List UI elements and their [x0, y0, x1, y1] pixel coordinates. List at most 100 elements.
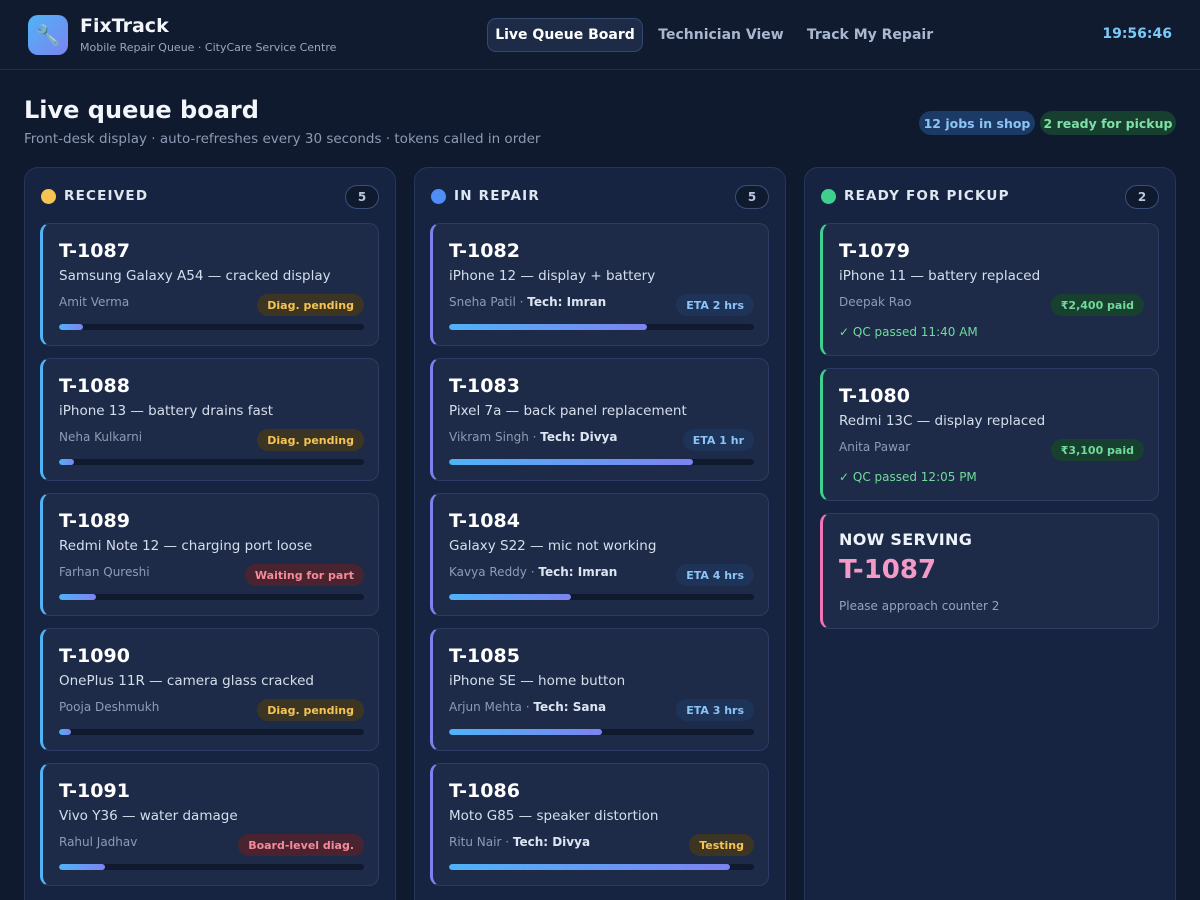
token-number: T-1090 — [59, 645, 130, 667]
token-number: T-1088 — [59, 375, 130, 397]
customer-and-tech: Ritu Nair · Tech: Divya — [449, 835, 591, 849]
job-card[interactable]: T-1088 iPhone 13 — battery drains fast N… — [40, 358, 379, 481]
progress-fill — [449, 729, 602, 735]
progress-bar — [59, 324, 364, 330]
token-number: T-1083 — [449, 375, 520, 397]
token-number: T-1082 — [449, 240, 520, 262]
job-card[interactable]: T-1084 Galaxy S22 — mic not working Kavy… — [430, 493, 769, 616]
customer-name: Anita Pawar — [839, 440, 911, 454]
technician-name: Tech: Imran — [527, 295, 607, 309]
technician-name: Tech: Imran — [538, 565, 618, 579]
tab-technician-view[interactable]: Technician View — [655, 18, 787, 52]
column-received: RECEIVED 5 T-1087 Samsung Galaxy A54 — c… — [24, 167, 396, 900]
status-badge: Waiting for part — [244, 564, 364, 586]
column-title: IN REPAIR — [454, 188, 540, 204]
column-ready-for-pickup: READY FOR PICKUP 2 T-1079 iPhone 11 — ba… — [804, 167, 1176, 900]
customer-and-tech: Kavya Reddy · Tech: Imran — [449, 565, 618, 579]
device-issue: iPhone SE — home button — [449, 673, 626, 689]
device-issue: Samsung Galaxy A54 — cracked display — [59, 268, 331, 284]
token-number: T-1079 — [839, 240, 910, 262]
top-bar: 🔧 FixTrack Mobile Repair Queue · CityCar… — [0, 0, 1200, 70]
device-issue: Galaxy S22 — mic not working — [449, 538, 657, 554]
column-title: READY FOR PICKUP — [844, 188, 1010, 204]
status-badge: Testing — [689, 834, 754, 856]
customer-name: Deepak Rao — [839, 295, 912, 309]
now-serving-card: NOW SERVING T-1087 Please approach count… — [820, 513, 1159, 629]
job-card[interactable]: T-1090 OnePlus 11R — camera glass cracke… — [40, 628, 379, 751]
customer-name: Kavya Reddy — [449, 565, 527, 579]
progress-bar — [59, 459, 364, 465]
app-subtitle: Mobile Repair Queue · CityCare Service C… — [80, 41, 337, 54]
jobs-in-shop-pill: 12 jobs in shop — [919, 111, 1035, 135]
progress-fill — [59, 324, 84, 330]
token-number: T-1085 — [449, 645, 520, 667]
progress-fill — [59, 459, 75, 465]
job-card[interactable]: T-1079 iPhone 11 — battery replaced Deep… — [820, 223, 1159, 356]
payment-badge: ₹2,400 paid — [1050, 294, 1144, 316]
device-issue: iPhone 13 — battery drains fast — [59, 403, 274, 419]
job-card[interactable]: T-1082 iPhone 12 — display + battery Sne… — [430, 223, 769, 346]
progress-bar — [449, 459, 754, 465]
count-badge: 2 — [1125, 185, 1159, 209]
progress-fill — [449, 864, 730, 870]
progress-fill — [449, 594, 571, 600]
column-header: READY FOR PICKUP — [821, 188, 1010, 204]
blue-dot-icon — [431, 188, 446, 204]
device-issue: iPhone 12 — display + battery — [449, 268, 656, 284]
status-badge: Board-level diag. — [238, 834, 364, 856]
column-in-repair: IN REPAIR 5 T-1082 iPhone 12 — display +… — [414, 167, 786, 900]
status-badge: Diag. pending — [257, 429, 364, 451]
customer-name: Arjun Mehta — [449, 700, 522, 714]
job-card[interactable]: T-1087 Samsung Galaxy A54 — cracked disp… — [40, 223, 379, 346]
device-issue: iPhone 11 — battery replaced — [839, 268, 1041, 284]
job-card[interactable]: T-1091 Vivo Y36 — water damage Rahul Jad… — [40, 763, 379, 886]
progress-fill — [59, 729, 72, 735]
status-badge: Diag. pending — [257, 294, 364, 316]
token-number: T-1084 — [449, 510, 520, 532]
customer-name: Pooja Deshmukh — [59, 700, 160, 714]
clock: 19:56:46 — [1102, 26, 1172, 42]
payment-badge: ₹3,100 paid — [1050, 439, 1144, 461]
progress-fill — [449, 324, 648, 330]
customer-name: Vikram Singh — [449, 430, 529, 444]
device-issue: Vivo Y36 — water damage — [59, 808, 238, 824]
device-issue: Redmi 13C — display replaced — [839, 413, 1046, 429]
token-number: T-1086 — [449, 780, 520, 802]
technician-name: Tech: Divya — [512, 835, 591, 849]
customer-name: Sneha Patil — [449, 295, 516, 309]
progress-bar — [59, 864, 364, 870]
token-number: T-1080 — [839, 385, 910, 407]
eta-badge: ETA 4 hrs — [676, 564, 754, 586]
column-header: RECEIVED — [41, 188, 148, 204]
progress-bar — [449, 324, 754, 330]
qc-status: ✓ QC passed 12:05 PM — [839, 470, 977, 484]
customer-name: Ritu Nair — [449, 835, 502, 849]
tab-track-my-repair[interactable]: Track My Repair — [800, 18, 940, 52]
now-serving-message: Please approach counter 2 — [839, 599, 1000, 613]
device-issue: OnePlus 11R — camera glass cracked — [59, 673, 314, 689]
now-serving-token: T-1087 — [839, 555, 937, 585]
job-card[interactable]: T-1086 Moto G85 — speaker distortion Rit… — [430, 763, 769, 886]
token-number: T-1091 — [59, 780, 130, 802]
customer-and-tech: Arjun Mehta · Tech: Sana — [449, 700, 607, 714]
progress-bar — [449, 729, 754, 735]
count-badge: 5 — [735, 185, 769, 209]
job-card[interactable]: T-1085 iPhone SE — home button Arjun Meh… — [430, 628, 769, 751]
device-issue: Pixel 7a — back panel replacement — [449, 403, 687, 419]
device-issue: Moto G85 — speaker distortion — [449, 808, 659, 824]
customer-and-tech: Vikram Singh · Tech: Divya — [449, 430, 618, 444]
job-card[interactable]: T-1089 Redmi Note 12 — charging port loo… — [40, 493, 379, 616]
job-card[interactable]: T-1080 Redmi 13C — display replaced Anit… — [820, 368, 1159, 501]
yellow-dot-icon — [41, 188, 56, 204]
tab-live-queue-board[interactable]: Live Queue Board — [487, 18, 643, 52]
progress-bar — [449, 864, 754, 870]
page-subtitle: Front-desk display · auto-refreshes ever… — [24, 131, 541, 147]
page-title: Live queue board — [24, 96, 259, 124]
ready-for-pickup-pill: 2 ready for pickup — [1040, 111, 1176, 135]
progress-bar — [59, 594, 364, 600]
column-title: RECEIVED — [64, 188, 149, 204]
job-card[interactable]: T-1083 Pixel 7a — back panel replacement… — [430, 358, 769, 481]
customer-and-tech: Sneha Patil · Tech: Imran — [449, 295, 607, 309]
token-number: T-1089 — [59, 510, 130, 532]
app-title: FixTrack — [80, 15, 169, 37]
